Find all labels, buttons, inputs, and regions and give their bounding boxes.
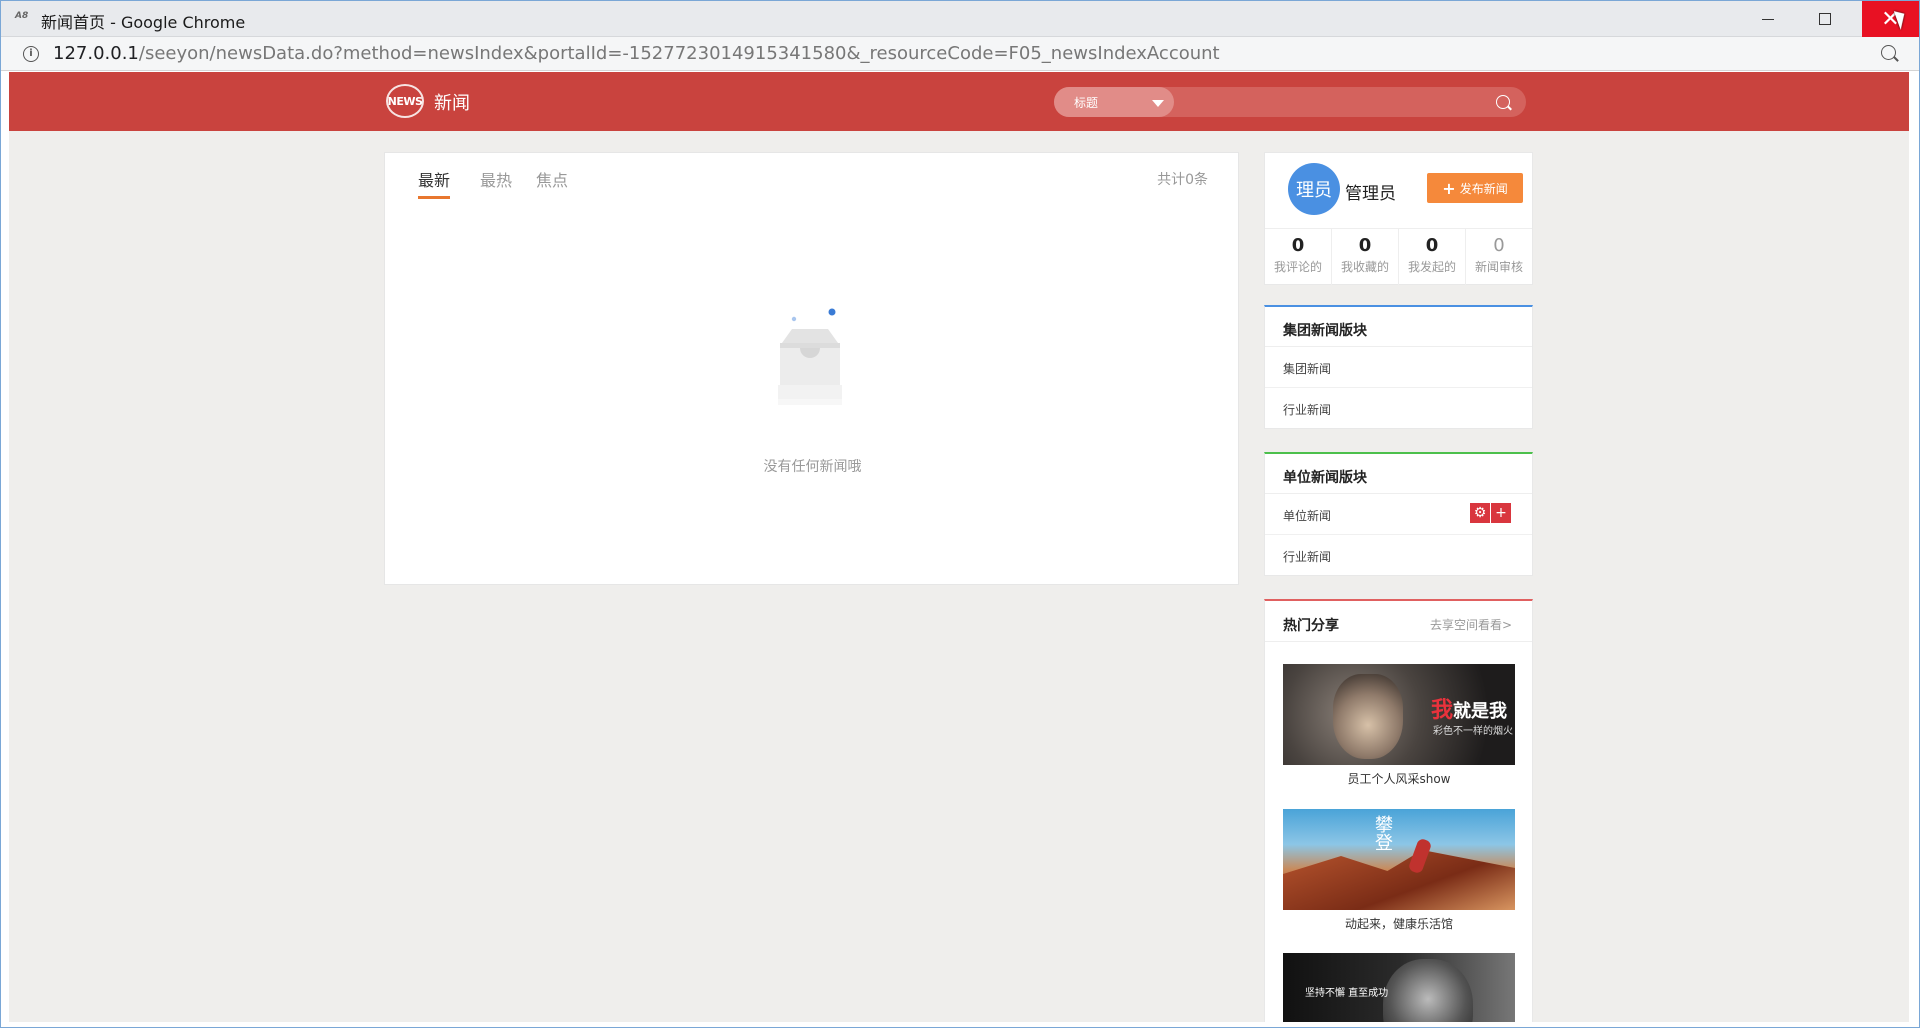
share-caption[interactable]: 动起来，健康乐活馆 [1283,915,1515,932]
search-box: 标题 [1054,87,1526,117]
share-item[interactable]: 我就是我 彩色不一样的烟火 员工个人风采show [1283,664,1515,787]
plus-icon: + [1442,178,1456,198]
page-content: NEWS 新闻 标题 最新 最热 焦点 共计0条 没有任何新闻哦 理员 管理员 … [9,72,1909,1022]
share-image[interactable]: 坚持不懈 直至成功 [1283,953,1515,1022]
search-category-select[interactable]: 标题 [1054,87,1174,117]
section-item-industry-news[interactable]: 行业新闻 [1265,535,1532,576]
minimize-icon [1761,18,1774,20]
add-icon[interactable]: + [1491,503,1511,523]
zoom-icon[interactable] [1881,45,1896,60]
close-button[interactable]: ✕ [1862,1,1919,37]
share-image[interactable]: 我就是我 彩色不一样的烟火 [1283,664,1515,765]
user-stats: 0 我评论的 0 我收藏的 0 我发起的 0 新闻审核 [1265,228,1532,285]
chevron-down-icon [1152,100,1164,107]
search-input[interactable] [1184,87,1474,117]
news-list-panel: 最新 最热 焦点 共计0条 没有任何新闻哦 [384,152,1239,585]
minimize-button[interactable] [1739,1,1796,37]
section-item-unit-news[interactable]: 单位新闻 ⚙ + [1265,494,1532,535]
info-icon[interactable]: i [23,46,39,62]
share-item[interactable]: 坚持不懈 直至成功 [1283,953,1515,1022]
divider [1265,641,1532,642]
user-name: 管理员 [1345,184,1396,204]
tab-focus[interactable]: 焦点 [536,167,568,196]
tab-hot[interactable]: 最热 [480,167,512,196]
item-tools: ⚙ + [1470,503,1512,523]
empty-message: 没有任何新闻哦 [763,459,862,475]
unit-news-section: 单位新闻版块 单位新闻 ⚙ + 行业新闻 [1264,452,1533,576]
gear-icon[interactable]: ⚙ [1470,503,1490,523]
section-item-group-news[interactable]: 集团新闻 [1265,347,1532,388]
url-text[interactable]: 127.0.0.1/seeyon/newsData.do?method=news… [53,43,1220,64]
address-bar[interactable]: i 127.0.0.1/seeyon/newsData.do?method=ne… [1,37,1919,71]
avatar[interactable]: 理员 [1288,163,1340,215]
maximize-icon [1818,13,1831,25]
stat-my-favorites[interactable]: 0 我收藏的 [1332,229,1399,285]
news-header: NEWS 新闻 标题 [9,72,1909,131]
empty-box-icon [778,308,842,405]
stat-news-review[interactable]: 0 新闻审核 [1466,229,1532,285]
publish-news-button[interactable]: + 发布新闻 [1427,173,1523,203]
more-link[interactable]: 去享空间看看> [1430,616,1512,633]
share-item[interactable]: 攀登 动起来，健康乐活馆 [1283,809,1515,932]
title-bar: A8 新闻首页 - Google Chrome ✕ [1,1,1919,37]
tab-latest[interactable]: 最新 [418,167,451,199]
user-card: 理员 管理员 + 发布新闻 0 我评论的 0 我收藏的 0 我发起的 0 新闻审… [1264,152,1533,285]
hot-share-section: 热门分享 去享空间看看> 我就是我 彩色不一样的烟火 员工个人风采show 攀登… [1264,599,1533,1022]
stat-my-comments[interactable]: 0 我评论的 [1265,229,1332,285]
maximize-button[interactable] [1796,1,1853,37]
header-title: 新闻 [434,93,470,114]
group-news-section: 集团新闻版块 集团新闻 行业新闻 [1264,305,1533,429]
share-image[interactable]: 攀登 [1283,809,1515,910]
browser-window: A8 新闻首页 - Google Chrome ✕ i 127.0.0.1/se… [0,0,1920,1028]
app-icon: A8 [15,11,29,21]
section-title: 集团新闻版块 [1265,307,1532,347]
section-title: 热门分享 [1283,618,1339,634]
section-title: 单位新闻版块 [1265,454,1532,494]
search-icon[interactable] [1496,95,1510,109]
window-title: 新闻首页 - Google Chrome [41,13,246,32]
share-caption[interactable]: 员工个人风采show [1283,770,1515,787]
news-logo[interactable]: NEWS [386,84,424,118]
stat-my-posts[interactable]: 0 我发起的 [1399,229,1466,285]
section-item-industry-news[interactable]: 行业新闻 [1265,388,1532,429]
total-count: 共计0条 [1157,172,1208,188]
